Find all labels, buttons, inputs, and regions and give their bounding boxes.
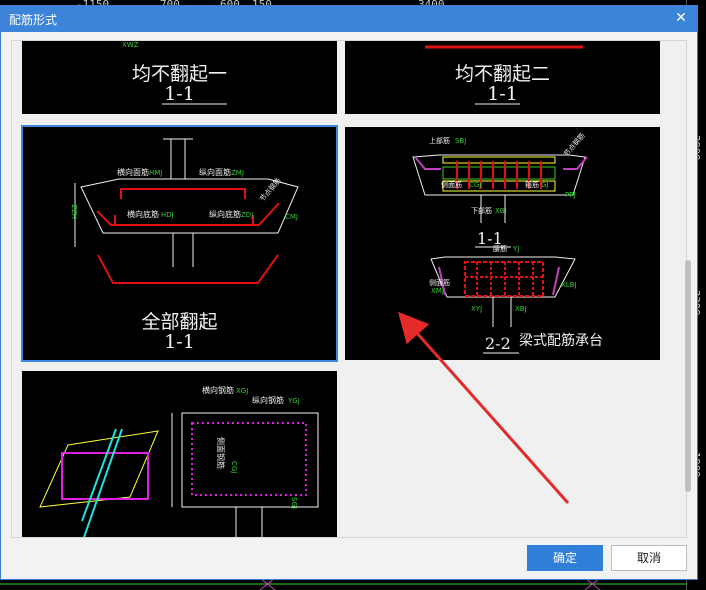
scrollbar-thumb[interactable]	[685, 260, 691, 492]
cancel-button[interactable]: 取消	[611, 545, 687, 571]
options-grid: XWZ 均不翻起一 1-1 均不翻起二 1-1 HZZ 横向面筋 HMJ 纵向面…	[11, 40, 687, 538]
close-icon[interactable]: ✕	[673, 9, 689, 27]
dialog-titlebar[interactable]: 配筋形式 ✕	[1, 6, 697, 32]
vertical-scrollbar[interactable]	[683, 44, 693, 538]
dialog-title: 配筋形式	[9, 13, 58, 27]
annotation-arrow	[398, 311, 570, 504]
rebar-form-dialog: 配筋形式 ✕ XWZ 均不翻起一 1-1 均不翻起二 1-1 HZZ 横向面筋 …	[0, 5, 698, 580]
ok-button[interactable]: 确定	[527, 545, 603, 571]
